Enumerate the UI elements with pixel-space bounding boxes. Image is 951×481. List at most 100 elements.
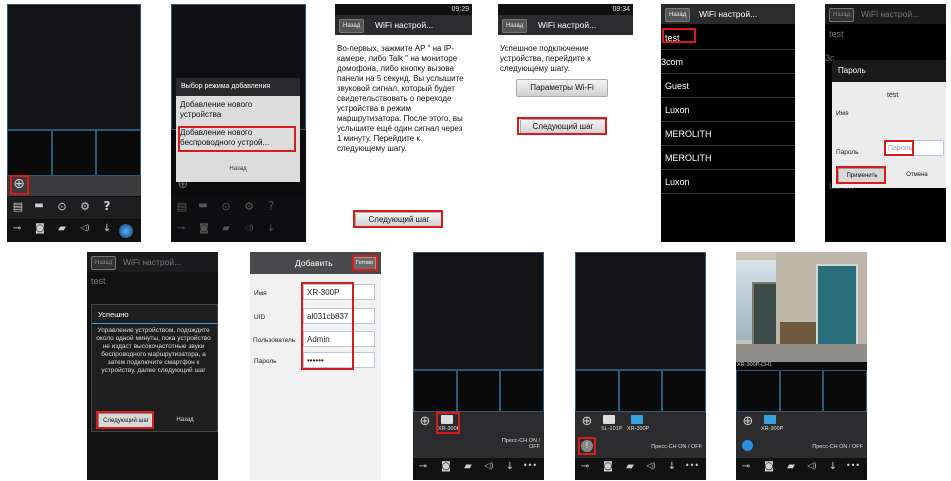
video-cell-3[interactable]: [823, 370, 867, 412]
name-value: test: [887, 92, 899, 99]
mic-icon[interactable]: ↓: [99, 223, 115, 234]
back-button: Назад: [91, 256, 117, 270]
back-button[interactable]: Назад: [665, 8, 691, 22]
more-icon[interactable]: •••: [844, 461, 862, 470]
key-icon[interactable]: ⊸: [9, 223, 25, 234]
panel-wait: Назад WiFi настрой... test Успешно Управ…: [87, 252, 218, 480]
gear-icon[interactable]: ⚙: [77, 200, 93, 213]
highlight-add: [10, 175, 29, 195]
panel-live-view: XR-300P-CH1 ⊕ XR-300P Пресс-CH ON / OFF …: [736, 252, 867, 480]
press-ch-label: Пресс-CH ON / OFF: [501, 438, 540, 450]
network-item[interactable]: 3com: [661, 50, 795, 74]
video-icon: ▰: [222, 223, 230, 234]
page-title: WiFi настрой...: [123, 257, 182, 267]
video-cell-2[interactable]: [457, 370, 500, 412]
camera-icon[interactable]: ◙: [32, 223, 48, 234]
network-item[interactable]: MEROLITH: [661, 146, 795, 170]
menu-bar-dim: [171, 197, 306, 242]
more-icon[interactable]: •••: [521, 461, 539, 470]
camera-icon[interactable]: ◙: [600, 461, 616, 472]
network-item-dim: test: [829, 29, 844, 39]
back-dialog-button[interactable]: Назад: [158, 413, 212, 427]
dialog-text: Управление устройством, подождите около …: [96, 327, 211, 374]
network-item[interactable]: Luxon: [661, 170, 795, 194]
video-cell-2[interactable]: [52, 130, 96, 176]
press-ch-label: Пресс-CH ON / OFF: [651, 444, 702, 450]
speaker-icon[interactable]: ◁): [77, 223, 93, 232]
title-bar: Назад WiFi настрой...: [661, 4, 795, 24]
page-title: WiFi настрой...: [699, 9, 758, 19]
key-icon[interactable]: ⊸: [738, 461, 754, 472]
panel-network-list: Назад WiFi настрой... test 3com Guest Lu…: [661, 4, 795, 242]
back-button: Назад: [829, 8, 855, 22]
plus-circle-icon[interactable]: ⊕: [740, 414, 756, 429]
video-cell-1[interactable]: [575, 370, 619, 412]
video-cell-1[interactable]: [7, 130, 52, 176]
panel-device-icon[interactable]: [603, 415, 615, 424]
video-cell-2[interactable]: [780, 370, 823, 412]
highlight-next: [96, 411, 154, 429]
plus-circle-icon[interactable]: ⊕: [579, 414, 595, 429]
panel-connection-success: 09:34 Назад WiFi настрой... Успешное под…: [498, 4, 633, 242]
device-label: SL-101P: [601, 426, 623, 432]
info-icon[interactable]: [742, 440, 753, 451]
camera-device-icon[interactable]: [631, 415, 643, 424]
ptz-icon[interactable]: [119, 224, 133, 238]
highlight-apply: [836, 166, 886, 184]
title-bar: Назад WiFi настрой...: [335, 15, 472, 35]
plus-circle-icon[interactable]: ⊕: [417, 414, 433, 429]
speaker-icon[interactable]: ◁): [804, 461, 820, 470]
list-icon[interactable]: ▤: [10, 200, 26, 213]
mic-icon[interactable]: ↓: [502, 461, 518, 472]
mic-icon: ↓: [266, 223, 276, 234]
video-cell-large[interactable]: [575, 252, 706, 370]
video-icon[interactable]: ▰: [54, 223, 70, 234]
playback-icon[interactable]: ⊙: [54, 200, 70, 213]
video-icon[interactable]: ▰: [622, 461, 638, 472]
network-item[interactable]: Luxon: [661, 98, 795, 122]
video-cell-large[interactable]: [7, 4, 141, 130]
back-button[interactable]: Назад: [339, 19, 365, 33]
cancel-button[interactable]: Отмена: [894, 168, 940, 182]
title-bar: Назад WiFi настрой...: [825, 4, 946, 24]
network-item[interactable]: MEROLITH: [661, 122, 795, 146]
password-label: Пароль: [254, 358, 277, 365]
camera-icon: ◙: [199, 223, 209, 234]
key-icon[interactable]: ⊸: [415, 461, 431, 472]
speaker-icon[interactable]: ◁): [481, 461, 497, 470]
back-button[interactable]: Назад: [502, 19, 528, 33]
mic-icon[interactable]: ↓: [664, 461, 680, 472]
video-cell-3[interactable]: [662, 370, 706, 412]
network-item[interactable]: Guest: [661, 74, 795, 98]
video-cell-large[interactable]: [413, 252, 544, 370]
help-icon[interactable]: ?: [99, 199, 115, 213]
key-icon[interactable]: ⊸: [577, 461, 593, 472]
folder-icon[interactable]: ▬: [31, 200, 47, 211]
video-cell-3[interactable]: [500, 370, 544, 412]
video-cell-1[interactable]: [413, 370, 457, 412]
video-cell-1[interactable]: [736, 370, 780, 412]
video-icon[interactable]: ▰: [460, 461, 476, 472]
camera-icon[interactable]: ◙: [438, 461, 454, 472]
desk: [780, 322, 816, 344]
live-camera-image[interactable]: [736, 252, 867, 362]
camera-device-icon[interactable]: [764, 415, 776, 424]
video-icon[interactable]: ▰: [783, 461, 799, 472]
door-frame: [752, 282, 778, 346]
success-text: Успешное подключение устройства, перейди…: [500, 44, 591, 73]
highlight-password: [884, 140, 914, 156]
add-device-option[interactable]: Добавление нового устройства: [180, 100, 292, 120]
panel-main-view: ⊕ ▤ ▬ ⊙ ⚙ ? ⊸ ◙ ▰ ◁) ↓: [7, 4, 141, 242]
wifi-params-button[interactable]: Параметры Wi-Fi: [516, 79, 608, 97]
title-bar: Добавить Готово: [250, 252, 381, 274]
camera-icon[interactable]: ◙: [761, 461, 777, 472]
panel-add-device: Добавить Готово Имя XR-300P UID al031cb8…: [250, 252, 381, 480]
mic-icon[interactable]: ↓: [825, 461, 841, 472]
video-cell-3[interactable]: [96, 130, 141, 176]
speaker-icon[interactable]: ◁): [643, 461, 659, 470]
title-bar: Назад WiFi настрой...: [87, 252, 218, 272]
more-icon[interactable]: •••: [683, 461, 701, 470]
back-button[interactable]: Назад: [176, 162, 300, 176]
dialog-divider: [92, 323, 217, 324]
video-cell-2[interactable]: [619, 370, 662, 412]
